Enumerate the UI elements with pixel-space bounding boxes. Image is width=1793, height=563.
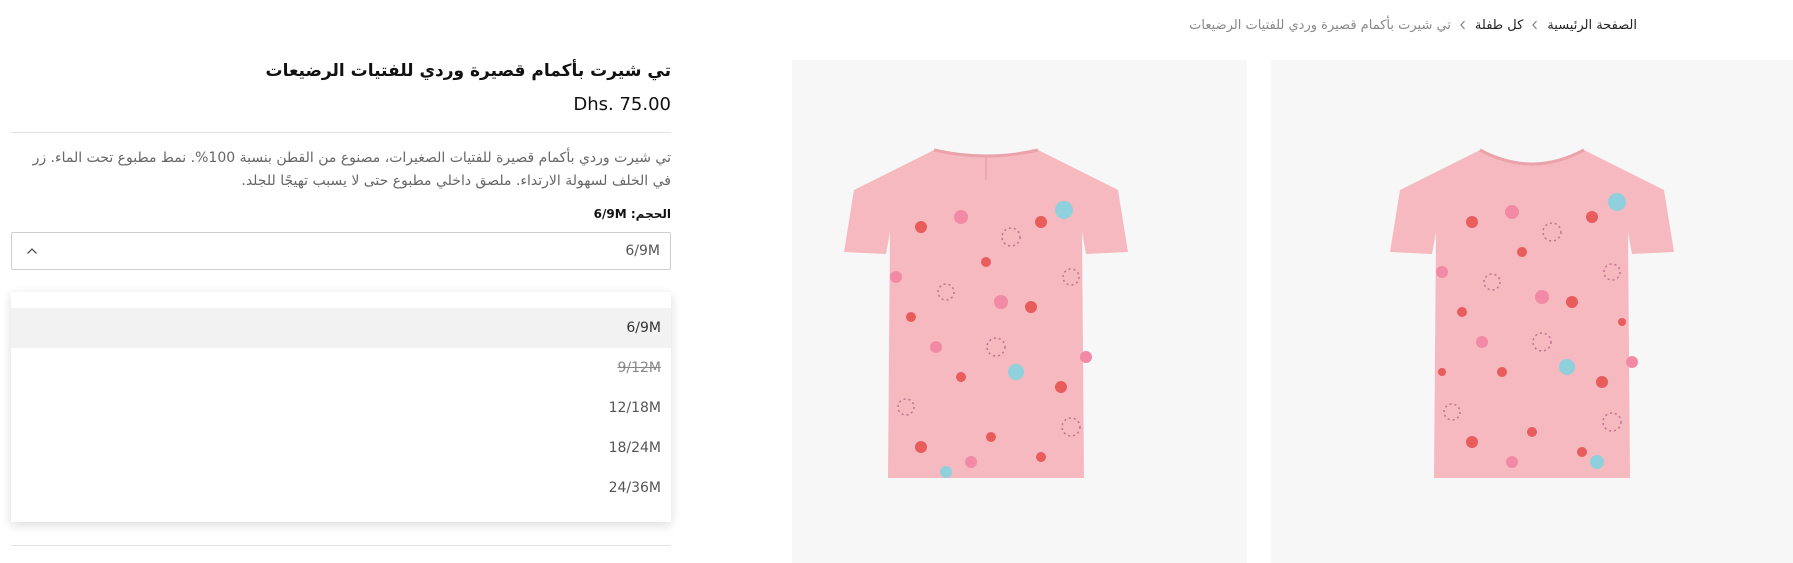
product-description: تي شيرت وردي بأكمام قصيرة للفتيات الصغير…	[32, 150, 671, 189]
breadcrumb: الصفحة الرئيسية كل طفلة تي شيرت بأكمام ق…	[1189, 14, 1637, 36]
size-select[interactable]: 6/9M	[11, 232, 671, 270]
product-title: تي شيرت بأكمام قصيرة وردي للفتيات الرضيع…	[265, 61, 671, 81]
tshirt-back-image	[844, 148, 1128, 478]
breadcrumb-current: تي شيرت بأكمام قصيرة وردي للفتيات الرضيع…	[1189, 17, 1451, 33]
size-option-label: 12/18M	[608, 400, 661, 416]
size-label: الحجم: 6/9M	[593, 207, 671, 221]
size-option[interactable]: 12/18M	[11, 388, 671, 428]
product-image-back[interactable]	[792, 60, 1247, 563]
size-select-value: 6/9M	[625, 243, 660, 259]
size-option-out-of-stock[interactable]: 9/12M	[11, 348, 671, 388]
product-price: Dhs. 75.00	[573, 94, 671, 115]
chevron-up-icon	[26, 247, 38, 255]
size-option-label: 9/12M	[617, 360, 661, 376]
breadcrumb-home-link[interactable]: الصفحة الرئيسية	[1547, 18, 1637, 33]
size-option-label: 24/36M	[608, 480, 661, 496]
size-option[interactable]: 24/36M	[11, 468, 671, 508]
chevron-left-icon	[1531, 20, 1539, 30]
product-info: تي شيرت بأكمام قصيرة وردي للفتيات الرضيع…	[11, 50, 671, 270]
divider	[11, 545, 671, 546]
divider	[11, 132, 671, 133]
breadcrumb-category-link[interactable]: كل طفلة	[1475, 18, 1523, 33]
product-gallery	[792, 60, 1793, 563]
chevron-left-icon	[1459, 20, 1467, 30]
size-option-label: 6/9M	[626, 320, 661, 336]
size-option[interactable]: 6/9M	[11, 308, 671, 348]
size-option[interactable]: 18/24M	[11, 428, 671, 468]
size-option-label: 18/24M	[608, 440, 661, 456]
tshirt-front-image	[1390, 148, 1674, 478]
product-image-front[interactable]	[1271, 60, 1793, 563]
size-dropdown-menu: 6/9M 9/12M 12/18M 18/24M 24/36M	[11, 292, 671, 522]
